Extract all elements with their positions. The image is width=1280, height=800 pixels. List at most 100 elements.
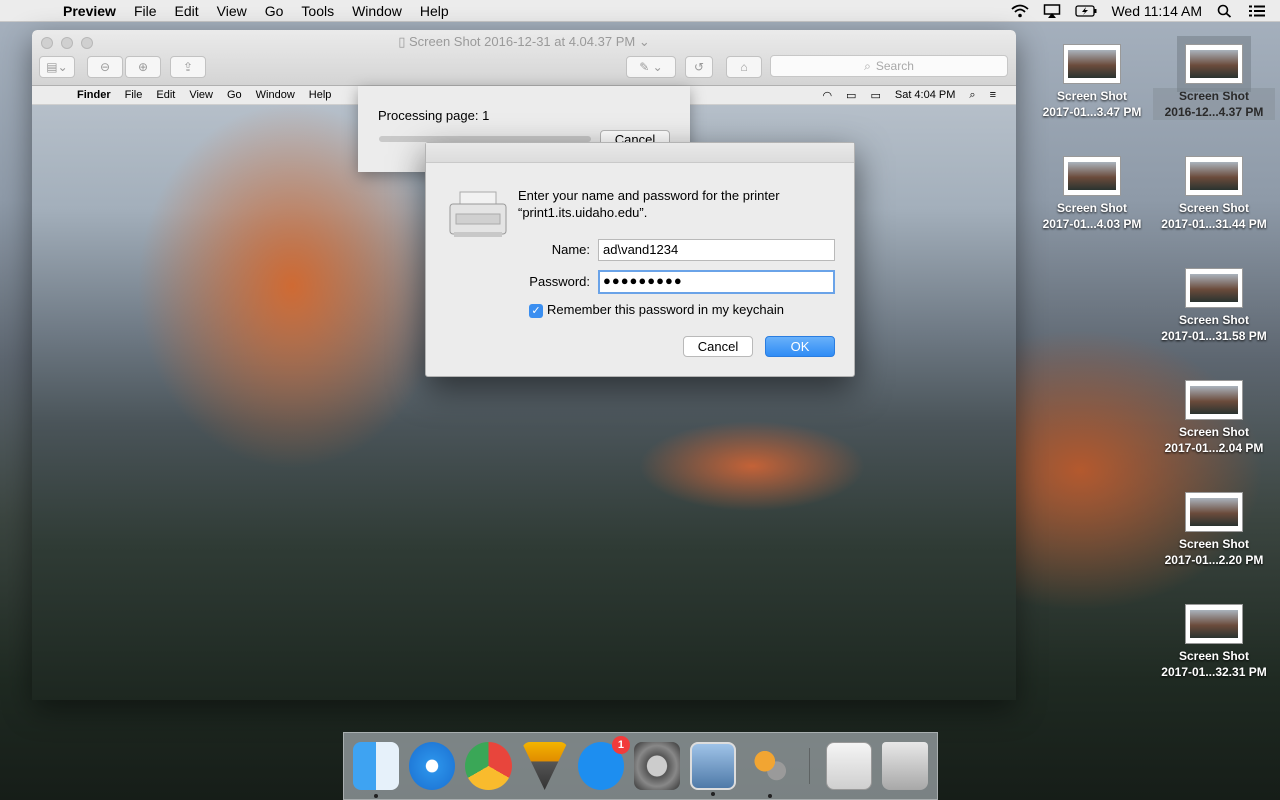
inner-wifi-icon: ◠ bbox=[822, 89, 833, 102]
airplay-icon[interactable] bbox=[1043, 3, 1061, 18]
safari-icon[interactable] bbox=[409, 742, 456, 790]
app-icon[interactable] bbox=[521, 742, 568, 790]
toolbox-button[interactable]: ⌂ bbox=[726, 56, 762, 78]
menubar-clock[interactable]: Wed 11:14 AM bbox=[1111, 3, 1202, 19]
name-field[interactable]: ad\vand1234 bbox=[598, 239, 835, 261]
system-preferences-icon[interactable] bbox=[633, 742, 681, 790]
screenshot-thumbnail bbox=[1177, 36, 1251, 92]
trash-icon[interactable] bbox=[881, 742, 929, 790]
desktop-file-caption: Screen Shot 2016-12...4.37 PM bbox=[1153, 88, 1275, 120]
password-label: Password: bbox=[529, 274, 590, 289]
spotlight-search-icon[interactable] bbox=[1216, 4, 1234, 18]
printer-auth-dialog: Enter your name and password for the pri… bbox=[425, 142, 855, 377]
menu-edit[interactable]: Edit bbox=[166, 3, 208, 19]
keychain-access-icon[interactable] bbox=[746, 742, 793, 798]
chevron-down-icon: ⌄ bbox=[638, 34, 650, 49]
dock: 1 bbox=[343, 732, 938, 800]
inner-menu-window: Window bbox=[255, 89, 295, 101]
share-button[interactable]: ⇪ bbox=[170, 56, 206, 78]
zoom-out-button[interactable]: ⊖ bbox=[87, 56, 123, 78]
desktop-file-name: Screen Shot bbox=[1178, 89, 1250, 103]
desktop-file-icon[interactable]: Screen Shot 2017-01...31.44 PM bbox=[1153, 156, 1275, 232]
desktop-file-icon[interactable]: Screen Shot 2017-01...2.04 PM bbox=[1153, 380, 1275, 456]
dialog-message: Enter your name and password for the pri… bbox=[518, 188, 780, 220]
inner-airplay-icon: ▭ bbox=[846, 89, 857, 102]
menu-app-name[interactable]: Preview bbox=[54, 3, 125, 19]
rotate-icon: ↺ bbox=[693, 60, 705, 74]
desktop-file-icon[interactable]: Screen Shot 2017-01...4.03 PM bbox=[1031, 156, 1153, 232]
desktop-file-date: 2017-01...31.44 PM bbox=[1161, 217, 1267, 231]
search-placeholder: Search bbox=[875, 59, 914, 73]
dock-separator bbox=[808, 748, 810, 784]
dialog-cancel-button[interactable]: Cancel bbox=[683, 336, 753, 357]
desktop-file-icon[interactable]: Screen Shot 2017-01...3.47 PM bbox=[1031, 44, 1153, 120]
running-indicator bbox=[711, 792, 716, 796]
screenshot-thumbnail bbox=[1063, 156, 1121, 196]
menu-go[interactable]: Go bbox=[256, 3, 293, 19]
desktop-file-name: Screen Shot bbox=[1056, 201, 1128, 215]
menubar: Preview File Edit View Go Tools Window H… bbox=[0, 0, 1280, 22]
chrome-icon[interactable] bbox=[465, 742, 512, 790]
desktop-file-name: Screen Shot bbox=[1178, 425, 1250, 439]
menu-window[interactable]: Window bbox=[343, 3, 411, 19]
document-icon[interactable] bbox=[825, 742, 872, 790]
screenshot-thumbnail bbox=[1185, 156, 1243, 196]
desktop-file-date: 2017-01...31.58 PM bbox=[1161, 329, 1267, 343]
inner-menu-app: Finder bbox=[77, 89, 111, 101]
wifi-icon[interactable] bbox=[1011, 4, 1030, 18]
desktop-file-name: Screen Shot bbox=[1178, 201, 1250, 215]
inner-menu-edit: Edit bbox=[156, 89, 176, 101]
remember-checkbox[interactable]: ✓ bbox=[529, 304, 543, 318]
notification-center-icon[interactable] bbox=[1248, 4, 1266, 18]
sidebar-toggle-button[interactable]: ▤⌄ bbox=[39, 56, 75, 78]
inner-list-icon: ≡ bbox=[989, 89, 996, 101]
document-icon: ▯ bbox=[398, 34, 409, 49]
rotate-button[interactable]: ↺ bbox=[685, 56, 713, 78]
processing-text: Processing page: 1 bbox=[378, 108, 490, 123]
search-field[interactable]: ⌕ Search bbox=[770, 55, 1008, 77]
window-title-text: Screen Shot 2016-12-31 at 4.04.37 PM bbox=[409, 34, 636, 49]
menu-tools[interactable]: Tools bbox=[292, 3, 343, 19]
desktop-file-icon[interactable]: Screen Shot 2017-01...32.31 PM bbox=[1153, 604, 1275, 680]
menu-file[interactable]: File bbox=[125, 3, 166, 19]
printer-icon bbox=[449, 191, 507, 237]
menu-help[interactable]: Help bbox=[411, 3, 458, 19]
preview-icon[interactable] bbox=[690, 742, 737, 796]
app-store-badge: 1 bbox=[611, 736, 630, 754]
password-field[interactable]: ●●●●●●●●● bbox=[598, 270, 835, 294]
dialog-ok-button[interactable]: OK bbox=[765, 336, 835, 357]
running-indicator bbox=[374, 794, 379, 798]
running-indicator bbox=[767, 794, 772, 798]
search-icon: ⌕ bbox=[864, 58, 871, 73]
checkmark-icon: ✓ bbox=[531, 305, 541, 317]
screenshot-thumbnail bbox=[1185, 380, 1243, 420]
battery-icon[interactable] bbox=[1075, 4, 1097, 18]
desktop-file-icon-selected[interactable]: Screen Shot 2016-12...4.37 PM bbox=[1153, 36, 1275, 120]
sidebar-icon: ▤⌄ bbox=[46, 60, 68, 74]
desktop-file-name: Screen Shot bbox=[1178, 537, 1250, 551]
window-title[interactable]: ▯ Screen Shot 2016-12-31 at 4.04.37 PM ⌄ bbox=[32, 34, 1016, 50]
zoom-out-icon: ⊖ bbox=[99, 60, 111, 74]
inner-battery-icon: ▭ bbox=[870, 89, 881, 102]
dialog-titlebar bbox=[426, 143, 854, 163]
finder-icon[interactable] bbox=[353, 742, 400, 798]
desktop-file-name: Screen Shot bbox=[1178, 649, 1250, 663]
menu-view[interactable]: View bbox=[208, 3, 256, 19]
inner-menu-file: File bbox=[124, 89, 143, 101]
remember-label[interactable]: Remember this password in my keychain bbox=[547, 302, 784, 317]
markup-button[interactable]: ✎ ⌄ bbox=[626, 56, 676, 78]
pen-icon: ✎ ⌄ bbox=[639, 60, 663, 74]
desktop-file-date: 2017-01...32.31 PM bbox=[1161, 665, 1267, 679]
inner-menu-help: Help bbox=[308, 89, 332, 101]
desktop-file-icon[interactable]: Screen Shot 2017-01...2.20 PM bbox=[1153, 492, 1275, 568]
inner-search-icon: ⌕ bbox=[969, 88, 976, 101]
desktop-file-date: 2017-01...3.47 PM bbox=[1042, 105, 1142, 119]
app-store-icon[interactable]: 1 bbox=[577, 736, 630, 790]
desktop-file-name: Screen Shot bbox=[1178, 313, 1250, 327]
screenshot-thumbnail bbox=[1185, 604, 1243, 644]
desktop-file-name: Screen Shot bbox=[1056, 89, 1128, 103]
desktop-file-icon[interactable]: Screen Shot 2017-01...31.58 PM bbox=[1153, 268, 1275, 344]
desktop-file-date: 2016-12...4.37 PM bbox=[1164, 105, 1264, 119]
inner-menu-view: View bbox=[189, 89, 213, 101]
zoom-in-button[interactable]: ⊕ bbox=[125, 56, 161, 78]
